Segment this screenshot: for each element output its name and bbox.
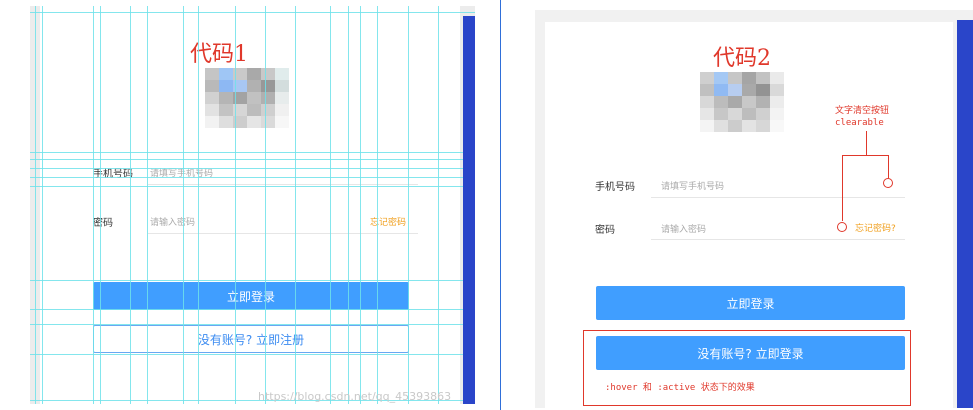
code2-register-button[interactable]: 没有账号? 立即登录 bbox=[596, 336, 905, 370]
code2-state-note: :hover 和 :active 状态下的效果 bbox=[605, 383, 755, 393]
guide-line-h bbox=[30, 152, 475, 153]
code2-annotation-sub: clearable bbox=[835, 118, 884, 128]
guide-line-v bbox=[265, 6, 266, 404]
code2-phone-input[interactable]: 请填写手机号码 bbox=[661, 179, 724, 192]
code2-clear-icon[interactable] bbox=[883, 178, 893, 188]
guide-line-v bbox=[130, 6, 131, 404]
panel-divider bbox=[500, 0, 501, 410]
code2-forgot-password-link[interactable]: 忘记密码? bbox=[855, 221, 896, 234]
guide-line-h bbox=[30, 354, 475, 355]
code2-login-card: 代码2 手机号码 请填写手机号码 密码 请输入密码 忘记密码? 文字清空按钮 c… bbox=[545, 22, 953, 408]
code1-login-card: 代码1 手机号码 请填写手机号码 密码 请输入密码 忘记密码 立即登录 没有账号… bbox=[40, 6, 460, 404]
guide-line-v bbox=[198, 6, 199, 404]
guide-line-v bbox=[295, 6, 296, 404]
code2-clear-icon[interactable] bbox=[837, 222, 847, 232]
guide-line-v bbox=[438, 6, 439, 404]
guide-line-v bbox=[183, 6, 184, 404]
watermark: https://blog.csdn.net/qq_45393863 bbox=[258, 390, 452, 403]
guide-line-v bbox=[93, 6, 94, 404]
code2-title: 代码2 bbox=[713, 46, 771, 71]
code1-side-bar bbox=[463, 16, 475, 404]
guide-line-h bbox=[30, 186, 475, 187]
guide-line-h bbox=[30, 324, 475, 325]
code2-side-bar bbox=[957, 20, 973, 408]
guide-line-v bbox=[100, 6, 101, 404]
annotation-connector bbox=[866, 131, 867, 155]
code1-panel: 代码1 手机号码 请填写手机号码 密码 请输入密码 忘记密码 立即登录 没有账号… bbox=[30, 6, 475, 404]
code1-password-label: 密码 bbox=[93, 218, 113, 229]
code1-password-input[interactable]: 请输入密码 bbox=[150, 215, 195, 228]
guide-line-v bbox=[42, 6, 43, 404]
guide-line-v bbox=[330, 6, 331, 404]
guide-line-h bbox=[30, 12, 475, 13]
guide-line-v bbox=[235, 6, 236, 404]
code1-avatar bbox=[205, 68, 289, 128]
code1-forgot-password-link[interactable]: 忘记密码 bbox=[370, 215, 406, 228]
annotation-connector bbox=[842, 155, 889, 156]
code1-login-button[interactable]: 立即登录 bbox=[93, 282, 409, 310]
annotation-connector bbox=[842, 155, 843, 221]
guide-line-v bbox=[360, 6, 361, 404]
code2-phone-underline bbox=[651, 197, 905, 198]
guide-line-v bbox=[35, 6, 36, 404]
code2-password-input[interactable]: 请输入密码 bbox=[661, 222, 706, 235]
guide-line-h bbox=[30, 177, 475, 178]
guide-line-h bbox=[30, 309, 475, 310]
guide-line-v bbox=[348, 6, 349, 404]
code2-password-label: 密码 bbox=[595, 225, 615, 236]
code2-annotation-title: 文字清空按钮 bbox=[835, 106, 890, 116]
code2-login-button[interactable]: 立即登录 bbox=[596, 286, 905, 320]
code2-password-underline bbox=[651, 239, 905, 240]
code2-avatar bbox=[700, 72, 784, 132]
guide-line-h bbox=[30, 280, 475, 281]
annotation-connector bbox=[888, 155, 889, 178]
code1-register-button[interactable]: 没有账号? 立即注册 bbox=[93, 325, 409, 353]
code2-panel: 代码2 手机号码 请填写手机号码 密码 请输入密码 忘记密码? 文字清空按钮 c… bbox=[535, 10, 973, 408]
code2-phone-label: 手机号码 bbox=[595, 182, 635, 193]
guide-line-v bbox=[147, 6, 148, 404]
guide-line-h bbox=[30, 168, 475, 169]
guide-line-v bbox=[377, 6, 378, 404]
guide-line-h bbox=[30, 159, 475, 160]
guide-line-v bbox=[408, 6, 409, 404]
